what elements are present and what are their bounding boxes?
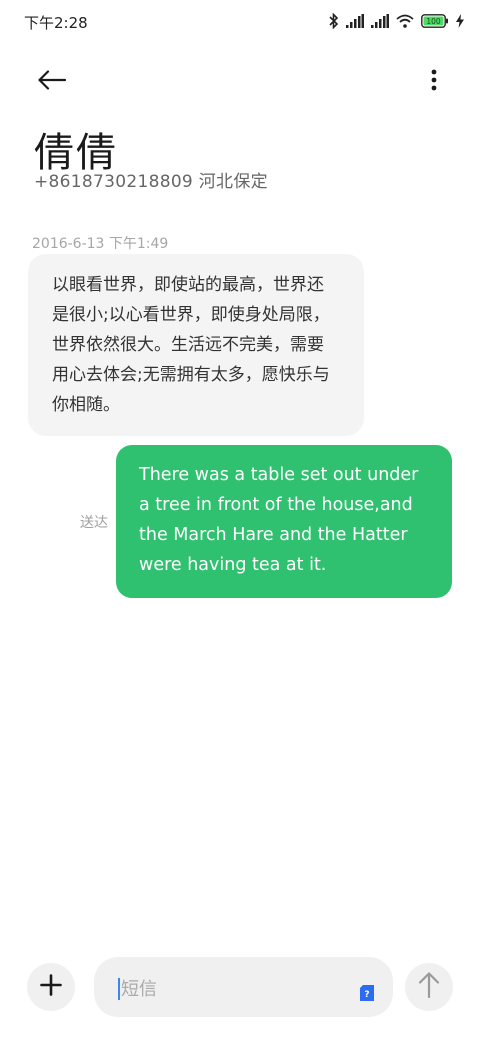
signal-icon — [346, 14, 364, 28]
status-icons: 100 — [329, 10, 464, 32]
sim-label: ? — [364, 990, 369, 1000]
more-options-button[interactable] — [422, 64, 446, 100]
more-vertical-icon — [431, 69, 437, 95]
app-bar — [0, 56, 480, 104]
battery-icon: 100 — [421, 14, 449, 28]
add-attachment-button[interactable] — [27, 963, 75, 1011]
message-input[interactable] — [119, 974, 353, 1004]
contact-phone-location: +8618730218809 河北保定 — [34, 172, 268, 192]
arrow-up-icon — [418, 972, 440, 1002]
incoming-message-bubble[interactable]: 以眼看世界，即使站的最高，世界还是很小;以心看世界，即使身处局限，世界依然很大。… — [28, 254, 364, 436]
outgoing-message-bubble[interactable]: There was a table set out under a tree i… — [116, 445, 452, 598]
wifi-icon — [396, 14, 414, 28]
sim-card-icon[interactable]: ? — [360, 985, 374, 1001]
bluetooth-icon — [329, 13, 339, 29]
plus-icon — [40, 974, 62, 1000]
composer-bar: ? — [0, 952, 480, 1024]
message-timestamp: 2016-6-13 下午1:49 — [32, 236, 169, 252]
arrow-left-icon — [38, 70, 67, 94]
battery-label: 100 — [426, 17, 441, 26]
signal-icon — [371, 14, 389, 28]
status-time: 下午2:28 — [24, 14, 88, 32]
delivery-status: 送达 — [80, 515, 108, 531]
message-input-box[interactable]: ? — [94, 957, 393, 1017]
back-button[interactable] — [34, 64, 70, 100]
send-button[interactable] — [405, 963, 453, 1011]
charging-icon — [456, 14, 464, 28]
status-bar: 下午2:28 100 — [0, 0, 480, 44]
